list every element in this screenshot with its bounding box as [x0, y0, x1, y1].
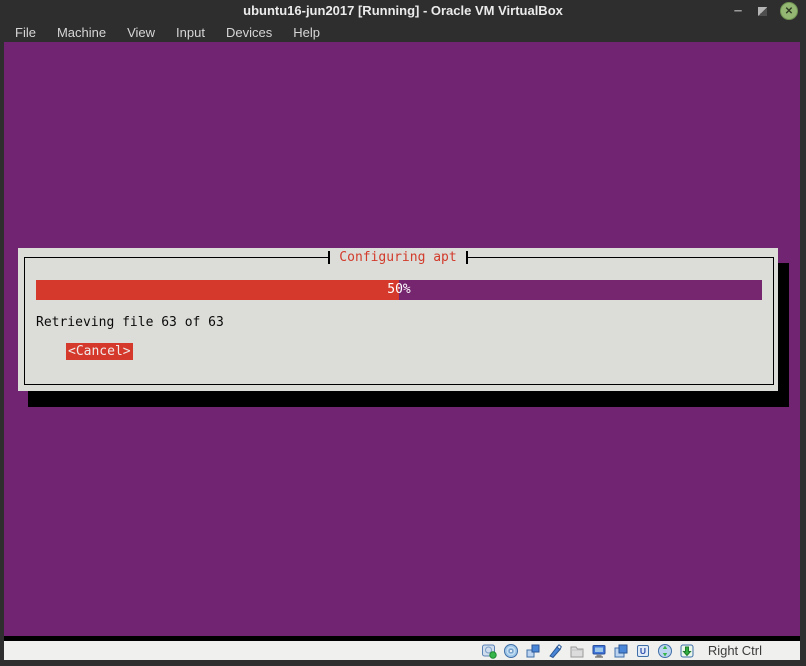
vm-screen[interactable]: Configuring apt 50% Retrieving file 63 o…	[4, 42, 800, 641]
dialog-title: Configuring apt	[330, 249, 465, 266]
svg-text:U: U	[640, 646, 646, 656]
menu-devices[interactable]: Devices	[226, 25, 272, 40]
keyboard-host-icon[interactable]	[679, 643, 695, 659]
mouse-integration-icon[interactable]	[657, 643, 673, 659]
progress-percent-label: 50%	[36, 280, 762, 300]
statusbar: U Right Ctrl	[4, 641, 800, 660]
menubar: File Machine View Input Devices Help	[0, 22, 806, 42]
close-button[interactable]: ✕	[780, 2, 798, 20]
title-tick-right	[466, 251, 468, 264]
menu-file[interactable]: File	[15, 25, 36, 40]
configuring-apt-dialog: Configuring apt 50% Retrieving file 63 o…	[18, 248, 778, 391]
menu-machine[interactable]: Machine	[57, 25, 106, 40]
features-chip-icon[interactable]: U	[635, 643, 651, 659]
virtualbox-window: ubuntu16-jun2017 [Running] - Oracle VM V…	[0, 0, 806, 666]
minimize-button[interactable]: –	[731, 1, 745, 21]
close-icon: ✕	[785, 6, 793, 17]
cancel-button[interactable]: <Cancel>	[66, 343, 133, 360]
display-icon[interactable]	[591, 643, 607, 659]
window-controls: – ✕	[731, 0, 798, 22]
titlebar: ubuntu16-jun2017 [Running] - Oracle VM V…	[0, 0, 806, 22]
hard-disks-icon[interactable]	[481, 643, 497, 659]
progress-bar: 50%	[36, 280, 762, 300]
window-title: ubuntu16-jun2017 [Running] - Oracle VM V…	[0, 0, 806, 22]
optical-drives-icon[interactable]	[503, 643, 519, 659]
network-adapters-icon[interactable]	[525, 643, 541, 659]
usb-devices-icon[interactable]	[547, 643, 563, 659]
video-capture-icon[interactable]	[613, 643, 629, 659]
menu-help[interactable]: Help	[293, 25, 320, 40]
shared-folders-icon[interactable]	[569, 643, 585, 659]
dialog-title-row: Configuring apt	[18, 249, 778, 266]
restore-button[interactable]	[758, 7, 767, 16]
menu-input[interactable]: Input	[176, 25, 205, 40]
dialog-status-text: Retrieving file 63 of 63	[36, 314, 224, 331]
menu-view[interactable]: View	[127, 25, 155, 40]
host-key-label: Right Ctrl	[708, 643, 762, 658]
